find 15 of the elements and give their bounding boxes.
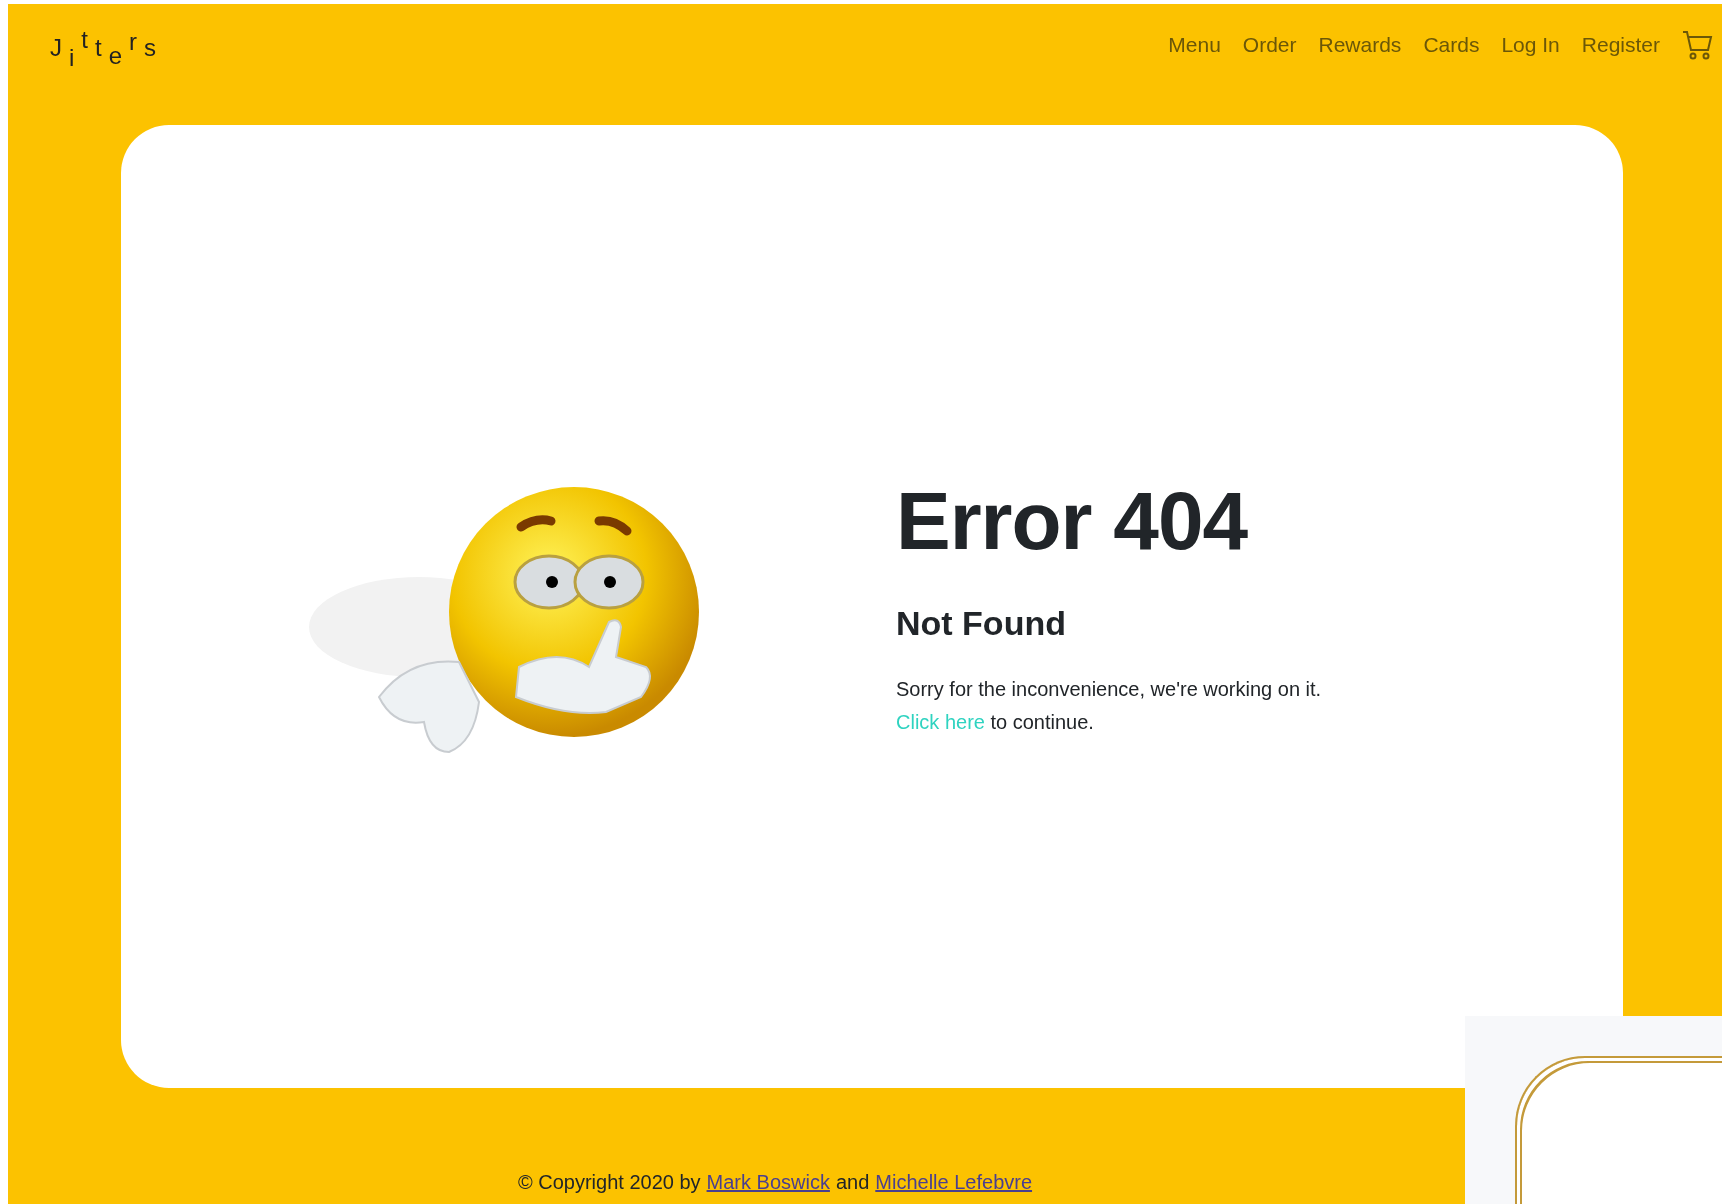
error-subtitle: Not Found — [896, 604, 1067, 643]
joiner-text: and — [835, 1171, 870, 1194]
error-title: Error 404 — [896, 474, 1249, 568]
cart-icon[interactable] — [1682, 30, 1714, 60]
nav-link[interactable]: Cards — [1423, 33, 1480, 57]
nav-link[interactable]: Menu — [1168, 33, 1221, 57]
continue-text: to continue. — [990, 711, 1094, 733]
nav-link[interactable]: Register — [1581, 33, 1660, 57]
author-link[interactable]: Mark Boswick — [706, 1171, 830, 1194]
nav-link[interactable]: Log In — [1501, 33, 1560, 57]
nav-link[interactable]: Rewards — [1318, 33, 1402, 57]
author-link[interactable]: Michelle Lefebvre — [875, 1171, 1033, 1194]
nav-link[interactable]: Order — [1242, 33, 1297, 57]
error-message: Sorry for the inconvenience, we're working on it. — [896, 677, 1322, 702]
copyright-text: © Copyright 2020 by — [517, 1171, 701, 1194]
